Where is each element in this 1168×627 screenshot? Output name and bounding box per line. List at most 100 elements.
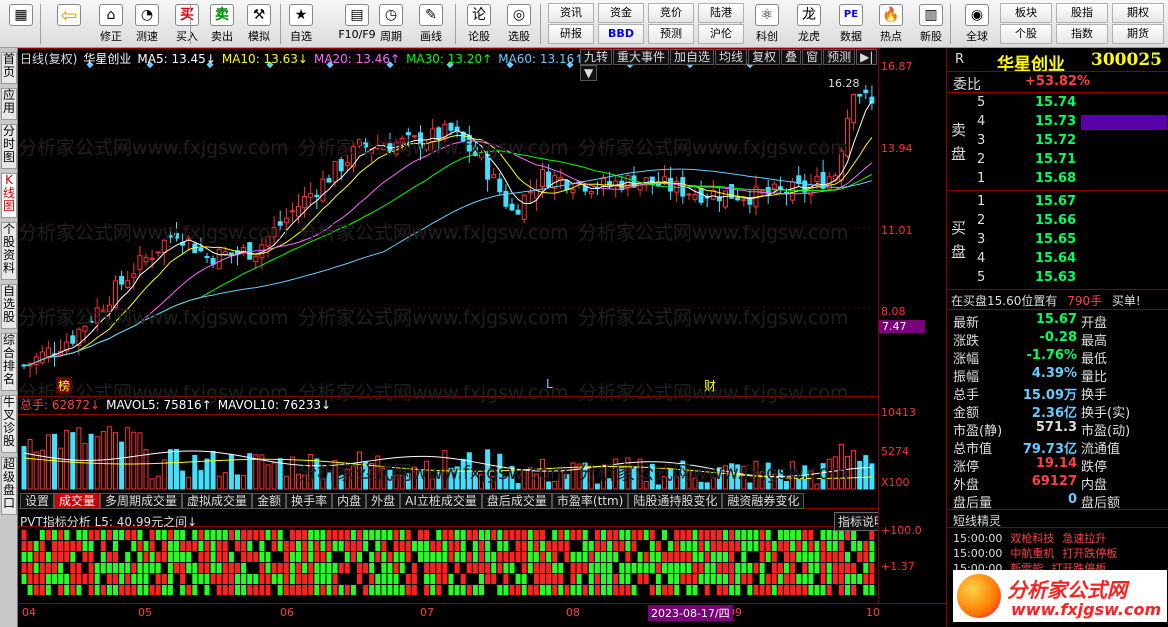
volume-sub-tab-12[interactable]: 融资融券变化 [722,493,805,509]
toolbar-button-10[interactable]: ✎ 画线 [412,2,450,46]
toolbar-rect2-button-3[interactable]: 个股 [1000,24,1052,44]
buy-row[interactable]: 5 15.63 [971,270,1168,287]
sell-row[interactable]: 4 15.73 [971,114,1168,131]
toolbar-rect-button-6[interactable]: 预测 [648,24,694,44]
pvt-block [436,530,442,540]
toolbar-button-5[interactable]: 卖卖出 [203,2,241,46]
pvt-block [655,574,661,584]
toolbar-button-11[interactable]: 论论股 [460,2,498,46]
left-tab-0[interactable]: 首页 [1,52,17,84]
left-tab-6[interactable]: 综合排名 [1,333,17,391]
toolbar-rect-button-2[interactable]: 竞价 [648,3,694,23]
event-mark[interactable]: 财 [704,377,716,394]
left-tab-4[interactable]: 个股资料 [1,222,17,280]
volume-sub-tab-2[interactable]: 多周期成交量 [100,493,183,509]
pvt-block [521,541,527,551]
buy-row[interactable]: 4 15.64 [971,251,1168,268]
stat-row: 涨停 19.14 跌停 [947,456,1168,475]
volume-sub-tab-4[interactable]: 金额 [252,493,287,509]
volume-sub-tab-0[interactable]: 设置 [20,493,55,509]
toolbar-button-4[interactable]: 买买入 [168,2,206,46]
elf-row[interactable]: 15:00:00 双枪科技 急速拉升 [953,530,1106,546]
pvt-block [76,585,82,595]
toolbar-rect-button-5[interactable]: BBD [598,24,644,44]
toolbar-button-2[interactable]: ⌂ 修正 [92,2,130,46]
buy-row[interactable]: 2 15.66 [971,213,1168,230]
toolbar-button2-2[interactable]: PE 数据 [832,2,870,46]
pvt-block [357,574,362,584]
volume-sub-tab-9[interactable]: 盘后成交量 [481,493,552,509]
volume-sub-tab-10[interactable]: 市盈率(ttm) [551,493,629,509]
toolbar-button2-0[interactable]: ⚛ 科创 [748,2,786,46]
left-tab-7[interactable]: 牛叉诊股 [1,395,17,453]
elf-row[interactable]: 15:00:00 中航重机 打开跌停板 [953,545,1117,561]
buy-row[interactable]: 1 15.67 [971,194,1168,211]
volume-bar [418,470,423,490]
toolbar-rect-button-3[interactable]: 陆港 [698,3,744,23]
chart-top-button-7[interactable]: 预测 [823,49,856,65]
sell-row[interactable]: 3 15.72 [971,133,1168,150]
toolbar-rect2-button-2[interactable]: 期权 [1112,3,1164,23]
toolbar-button2-1[interactable]: 龙龙虎 [790,2,828,46]
toolbar-rect2-button-5[interactable]: 期货 [1112,24,1164,44]
left-tab-5[interactable]: 自选股 [1,284,17,329]
toolbar-button2-5[interactable]: ◉ 全球 [958,2,996,46]
chart-top-button-4[interactable]: 复权 [748,49,781,65]
volume-sub-tab-7[interactable]: 外盘 [366,493,401,509]
toolbar-button-0[interactable]: ▦ [2,2,40,46]
toolbar-button-3[interactable]: ◔ 测速 [128,2,166,46]
sell-row[interactable]: 5 15.74 [971,95,1168,112]
toolbar-rect-button-0[interactable]: 资讯 [548,3,594,23]
toolbar-rect-button-7[interactable]: 沪伦 [698,24,744,44]
volume-sub-tab-1[interactable]: 成交量 [54,493,101,509]
toolbar-button2-3[interactable]: 🔥 热点 [872,2,910,46]
event-mark[interactable]: L [546,377,553,391]
kline-chart-area[interactable]: 分析家公式网www.fxjgsw.com 分析家公式网www.fxjgsw.com… [18,48,896,623]
chart-top-button-0[interactable]: 九转 [580,49,613,65]
buy-row[interactable]: 3 15.65 [971,232,1168,249]
toolbar-button-6[interactable]: ⚒ 模拟 [240,2,278,46]
toolbar-button-1[interactable]: ⇦ [50,2,88,46]
pvt-block [155,574,161,584]
pvt-block [765,541,771,551]
left-tab-2[interactable]: 分时图 [1,124,17,169]
sell-row[interactable]: 2 15.71 [971,152,1168,169]
toolbar-button-9[interactable]: ◷ 周期 [372,2,410,46]
pvt-block [180,530,186,540]
volume-bar [686,469,692,490]
kline-svg [18,48,878,595]
toolbar-rect2-button-1[interactable]: 股指 [1056,3,1108,23]
pvt-block [540,585,545,595]
chart-top-button-6[interactable]: 窗 [802,49,823,65]
volume-sub-tab-6[interactable]: 内盘 [332,493,367,509]
event-mark[interactable]: 榜 [56,377,73,394]
left-tab-1[interactable]: 应用 [1,88,17,120]
pvt-block [45,530,51,540]
left-tab-8[interactable]: 超级盘口 [1,457,17,515]
toolbar-button-7[interactable]: ★ 自选 [282,2,320,46]
toolbar-rect-button-1[interactable]: 资金 [598,3,644,23]
toolbar-button2-4[interactable]: ▥ 新股 [912,2,950,46]
chart-top-button-8[interactable]: ▶| [856,49,878,65]
pvt-block [649,541,655,551]
volume-sub-tab-3[interactable]: 虚拟成交量 [182,493,253,509]
toolbar-button-8[interactable]: ▤ F10/F9 [338,2,376,46]
volume-bar [27,439,33,490]
volume-bar [350,465,356,490]
chart-top-button-3[interactable]: 均线 [715,49,748,65]
volume-sub-tab-11[interactable]: 陆股通持股变化 [628,493,723,509]
chart-top-button-5[interactable]: 叠 [781,49,802,65]
toolbar-rect-button-4[interactable]: 研报 [548,24,594,44]
toolbar-rect2-button-4[interactable]: 指数 [1056,24,1108,44]
volume-sub-tab-8[interactable]: AI立桩成交量 [400,493,482,509]
chart-top-button-9[interactable]: ▼ [580,65,598,81]
chart-top-button-2[interactable]: 加自选 [670,49,715,65]
left-tab-3[interactable]: K线图 [1,173,17,218]
toolbar-rect2-button-0[interactable]: 板块 [1000,3,1052,23]
pvt-block [326,574,332,584]
volume-sub-tab-5[interactable]: 换手率 [286,493,333,509]
toolbar-button-12[interactable]: ◎ 选股 [500,2,538,46]
sell-row[interactable]: 1 15.68 [971,171,1168,188]
chart-top-button-1[interactable]: 重大事件 [613,49,670,65]
pvt-block [442,574,448,584]
